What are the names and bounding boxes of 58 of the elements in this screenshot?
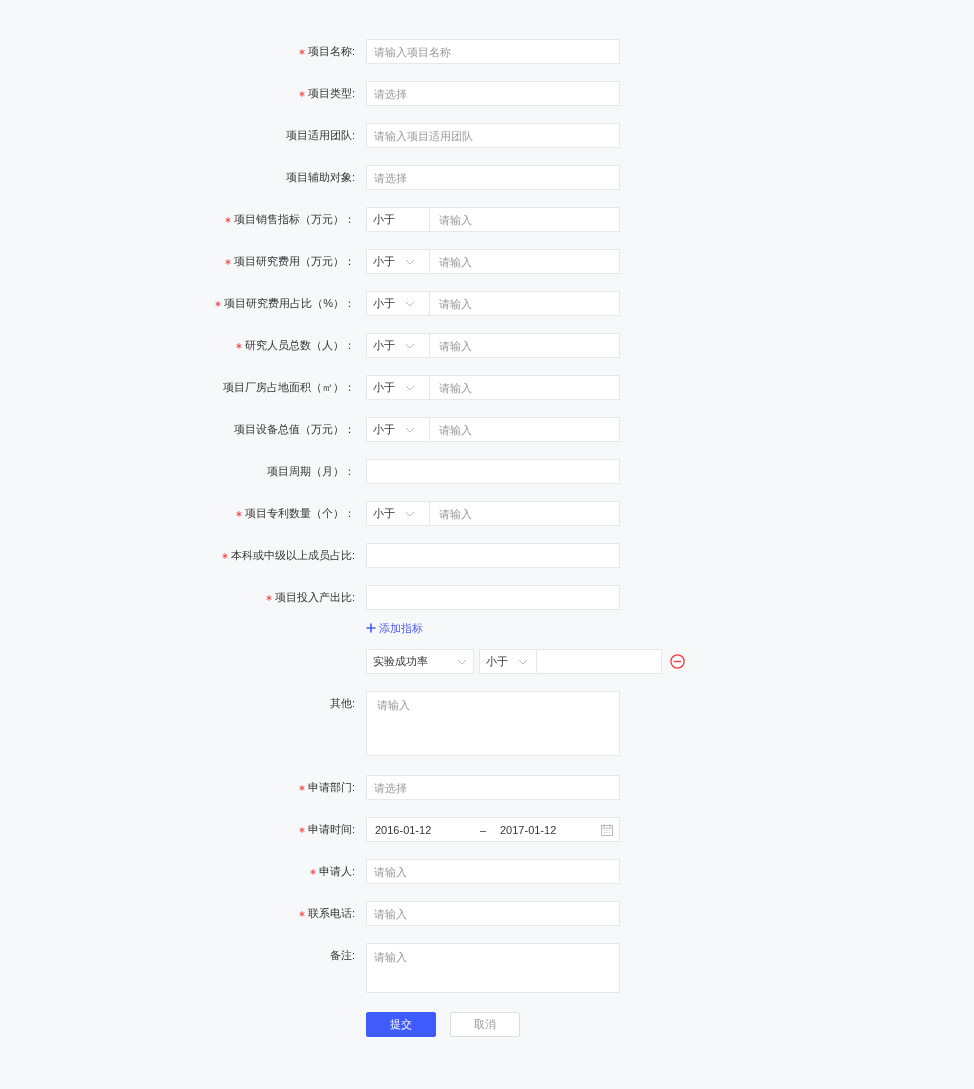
field-label: 项目厂房占地面积（㎡）： — [223, 380, 355, 395]
field-label: 申请人: — [318, 864, 355, 879]
chevron-icon — [518, 658, 528, 665]
field-label: 项目研究费用（万元）： — [234, 254, 355, 269]
remove-icon[interactable] — [670, 654, 685, 669]
text-area[interactable]: 请输入 — [366, 943, 620, 993]
field-label: 项目研究费用占比（%）： — [224, 296, 355, 311]
compare-field[interactable]: 小于 请输入 — [366, 501, 620, 526]
metric-select[interactable]: 实验成功率 — [366, 649, 474, 674]
field-label: 项目设备总值（万元）： — [234, 422, 355, 437]
text-area[interactable]: 请输入 — [366, 691, 620, 756]
field-label: 项目销售指标（万元）： — [234, 212, 355, 227]
text-field[interactable] — [366, 459, 620, 484]
compare-field[interactable]: 小于 请输入 — [366, 375, 620, 400]
text-field[interactable]: 请输入项目名称 — [366, 39, 620, 64]
field-label: 项目名称: — [307, 44, 355, 59]
compare-field[interactable]: 小于 — [479, 649, 662, 674]
range-separator: – — [480, 823, 488, 836]
field-label: 联系电话: — [307, 906, 355, 921]
field-label: 项目专利数量（个）： — [245, 506, 355, 521]
field-label: 项目辅助对象: — [285, 170, 355, 185]
field-label: 项目投入产出比: — [274, 590, 355, 605]
chevron-icon — [405, 258, 415, 265]
text-field[interactable]: 请输入项目适用团队 — [366, 123, 620, 148]
chevron-icon — [405, 300, 415, 307]
field-label: 项目适用团队: — [285, 128, 355, 143]
plus-icon — [366, 623, 376, 633]
chevron-icon — [405, 426, 415, 433]
text-field[interactable]: 请输入 — [366, 859, 620, 884]
field-label: 项目类型: — [307, 86, 355, 101]
chevron-icon — [405, 510, 415, 517]
field-label: 本科或中级以上成员占比: — [230, 548, 355, 563]
submit-button[interactable]: 提交 — [366, 1012, 436, 1037]
text-field[interactable] — [366, 543, 620, 568]
compare-field[interactable]: 小于 请输入 — [366, 207, 620, 232]
text-field[interactable]: 请选择 — [366, 81, 620, 106]
start-date: 2016-01-12 — [375, 823, 433, 836]
text-field[interactable]: 请选择 — [366, 165, 620, 190]
field-label: 申请部门: — [307, 780, 355, 795]
text-field[interactable] — [366, 585, 620, 610]
field-label: 项目周期（月）： — [267, 464, 355, 479]
text-field[interactable]: 请选择 — [366, 775, 620, 800]
add-metric-link[interactable]: 添加指标 — [366, 620, 974, 636]
text-field[interactable]: 请输入 — [366, 901, 620, 926]
field-label: 申请时间: — [307, 822, 355, 837]
field-label: 研究人员总数（人）： — [245, 338, 355, 353]
compare-field[interactable]: 小于 请输入 — [366, 417, 620, 442]
chevron-icon — [405, 342, 415, 349]
compare-field[interactable]: 小于 请输入 — [366, 291, 620, 316]
date-range-field[interactable]: 2016-01-12 – 2017-01-12 — [366, 817, 620, 842]
chevron-icon — [457, 658, 467, 665]
compare-field[interactable]: 小于 请输入 — [366, 333, 620, 358]
field-label: 其他: — [329, 696, 355, 711]
chevron-icon — [405, 384, 415, 391]
calendar-icon — [601, 823, 613, 836]
compare-field[interactable]: 小于 请输入 — [366, 249, 620, 274]
field-label: 备注: — [329, 948, 355, 963]
end-date: 2017-01-12 — [500, 823, 558, 836]
